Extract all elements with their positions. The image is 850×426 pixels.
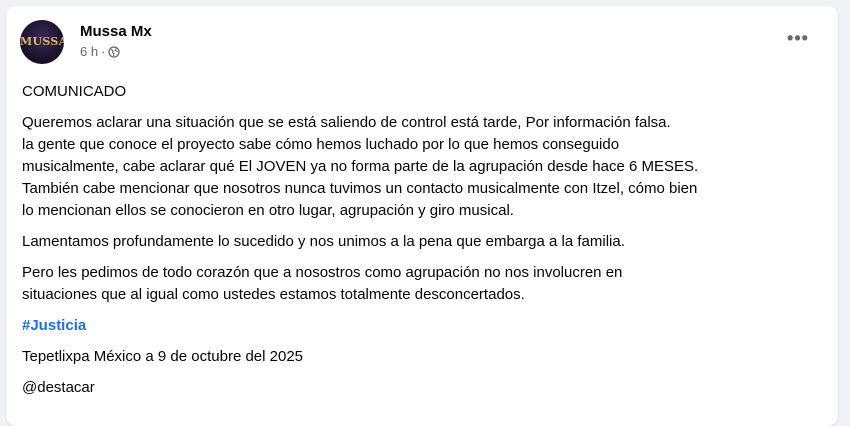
post-location-date: Tepetlixpa México a 9 de octubre del 202… — [22, 348, 304, 365]
post-line: lo mencionan ellos se conocieron en otro… — [22, 202, 514, 219]
post-paragraph: Pero les pedimos de todo corazón que a n… — [22, 262, 822, 306]
post-line: musicalmente, cabe aclarar qué El JOVEN … — [22, 158, 699, 175]
globe-icon[interactable] — [108, 45, 121, 58]
meta-separator: · — [101, 44, 106, 59]
post-time[interactable]: 6 h — [80, 44, 98, 59]
post-card: MUSSA Mussa Mx 6 h · ••• COMUNICADO Quer… — [6, 6, 838, 426]
more-options-button[interactable]: ••• — [780, 20, 816, 56]
avatar-logo-text: MUSSA — [20, 35, 64, 48]
author-name[interactable]: Mussa Mx — [80, 23, 152, 40]
post-heading: COMUNICADO — [22, 83, 127, 100]
post-body: COMUNICADO Queremos aclarar una situació… — [22, 81, 822, 399]
hashtag-link[interactable]: #Justicia — [22, 317, 86, 334]
post-paragraph: Queremos aclarar una situación que se es… — [22, 112, 822, 222]
post-paragraph: Lamentamos profundamente lo sucedido y n… — [22, 233, 625, 250]
post-line: Queremos aclarar una situación que se es… — [22, 114, 671, 131]
post-line: Pero les pedimos de todo corazón que a n… — [22, 264, 623, 281]
post-line: situaciones que al igual como ustedes es… — [22, 286, 525, 303]
post-mention: @destacar — [22, 379, 95, 396]
post-meta: 6 h · — [80, 44, 121, 59]
post-header: MUSSA Mussa Mx 6 h · ••• — [20, 20, 820, 64]
post-line: También cabe mencionar que nosotros nunc… — [22, 180, 698, 197]
post-line: la gente que conoce el proyecto sabe cóm… — [22, 136, 620, 153]
avatar[interactable]: MUSSA — [20, 20, 64, 64]
